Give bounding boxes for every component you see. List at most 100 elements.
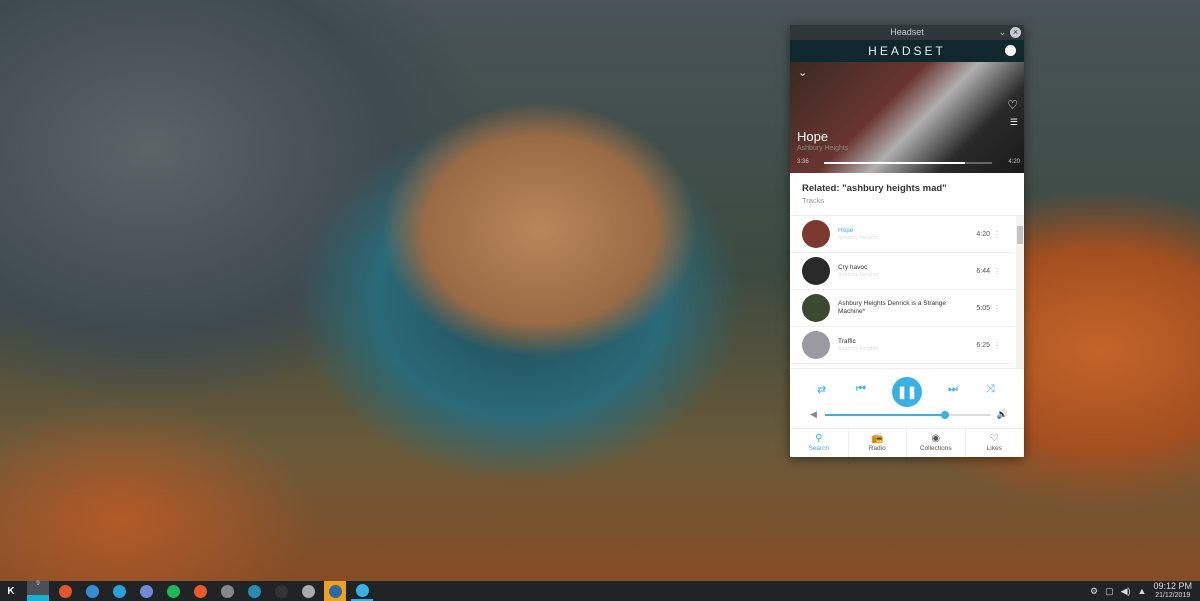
track-thumbnail (802, 294, 830, 322)
seek-fill (824, 162, 966, 164)
track-duration: 4:20 (976, 230, 990, 238)
radio-icon: 📻 (871, 433, 884, 444)
shuffle-icon[interactable]: ⤨ (986, 383, 995, 396)
steam-tray-icon[interactable]: ⚙ (1090, 586, 1098, 597)
related-heading: Related: "ashbury heights mad" (802, 183, 947, 194)
previous-icon[interactable]: ⏮ (856, 383, 866, 396)
taskbar-kdenlive[interactable] (243, 581, 265, 601)
pause-button[interactable]: ❚❚ (892, 377, 922, 407)
app-header: HEADSET (790, 40, 1024, 62)
like-heart-icon[interactable]: ♡ (1007, 98, 1018, 112)
taskbar-archive[interactable] (216, 581, 238, 601)
taskbar-spotify[interactable] (162, 581, 184, 601)
track-title: Ashbury Heights Denrick is a Strange Mac… (838, 300, 947, 315)
volume-icon[interactable]: ◀) (1121, 586, 1131, 597)
tab-label: Likes (986, 445, 1002, 452)
track-artist: Ashbury Heights (838, 346, 879, 352)
collapse-chevron-icon[interactable]: ⌄ (798, 66, 807, 79)
total-time: 4:20 (1008, 159, 1020, 165)
search-icon: ⚲ (815, 433, 823, 444)
now-playing-title: Hope (797, 129, 829, 144)
taskbar-steam[interactable] (324, 581, 346, 601)
next-icon[interactable]: ⏭ (948, 383, 958, 396)
taskbar-terminal[interactable] (270, 581, 292, 601)
window-titlebar[interactable]: Headset ⌄ × (790, 25, 1024, 40)
heart-icon: ♡ (989, 433, 999, 444)
player-controls: ⇄ ⏮ ❚❚ ⏭ ⤨ ◀ 🔊 (790, 368, 1024, 428)
track-list: Hope Ashbury Heights 4:20 ⋮ Cry havoc As… (790, 215, 1024, 368)
track-row[interactable]: Traffic Ashbury Heights 6:25 ⋮ (790, 327, 1014, 364)
tab-radio[interactable]: 📻 Radio (849, 429, 907, 457)
related-header: Related: "ashbury heights mad" Tracks (790, 173, 1024, 215)
elapsed-time: 3:36 (797, 159, 809, 165)
taskbar-headset[interactable] (351, 581, 373, 601)
app-launcher-icon[interactable]: K (0, 581, 22, 601)
track-artist: Ashbury Heights (838, 235, 879, 241)
window-title: Headset (890, 27, 924, 37)
more-options-icon[interactable]: ⋮ (990, 304, 1004, 313)
tab-label: Search (808, 445, 830, 452)
system-tray: ⚙ ▢ ◀) ▲ 09:12 PM 21/12/2019 (1090, 581, 1192, 601)
tab-label: Radio (868, 445, 886, 452)
thunderbird-icon (85, 584, 99, 598)
track-artist: Ashbury Heights (838, 272, 879, 278)
taskbar-pocket-casts[interactable] (189, 581, 211, 601)
close-icon[interactable]: × (1010, 27, 1021, 38)
track-title: Traffic (838, 338, 856, 345)
taskbar-telegram[interactable] (108, 581, 130, 601)
spotify-icon (166, 584, 180, 598)
tab-collections[interactable]: ◉ Collections (907, 429, 966, 457)
track-thumbnail (802, 220, 830, 248)
headset-icon (355, 583, 369, 597)
track-row[interactable]: Cry havoc Ashbury Heights 6:44 ⋮ (790, 253, 1014, 290)
discord-icon (139, 584, 153, 598)
taskbar: K 9 ⚙ ▢ ◀) ▲ 09:12 PM 21/12/2019 (0, 581, 1200, 601)
taskbar-brave[interactable] (54, 581, 76, 601)
now-playing-artist: Ashbury Heights (797, 145, 849, 152)
tray-expand-icon[interactable]: ▲ (1138, 586, 1147, 596)
minimize-icon[interactable]: ⌄ (997, 27, 1008, 38)
taskbar-files[interactable] (297, 581, 319, 601)
brand-logo: HEADSET (868, 44, 946, 58)
tab-search[interactable]: ⚲ Search (790, 429, 849, 457)
terminal-icon (274, 584, 288, 598)
volume-knob[interactable] (940, 411, 949, 419)
volume-high-icon: 🔊 (996, 409, 1008, 419)
clock[interactable]: 09:12 PM 21/12/2019 (1153, 582, 1192, 600)
archive-icon (220, 584, 234, 598)
more-options-icon[interactable]: ⋮ (990, 230, 1004, 239)
related-subheading: Tracks (802, 196, 825, 205)
track-row[interactable]: Hope Ashbury Heights 4:20 ⋮ (790, 216, 1014, 253)
clock-time: 09:12 PM (1153, 581, 1192, 591)
scrollbar[interactable] (1016, 216, 1024, 368)
pager-desktop[interactable]: 9 (27, 581, 49, 601)
headset-window: Headset ⌄ × HEADSET ⌄ ♡ ☰ Hope Ashbury H… (790, 25, 1024, 457)
track-title: Hope (838, 227, 854, 234)
taskbar-discord[interactable] (135, 581, 157, 601)
track-thumbnail (802, 331, 830, 359)
repeat-icon[interactable]: ⇄ (817, 383, 826, 396)
taskbar-thunderbird[interactable] (81, 581, 103, 601)
now-playing-art: ⌄ ♡ ☰ Hope Ashbury Heights 3:36 4:20 (790, 62, 1024, 173)
track-duration: 5:05 (976, 304, 990, 312)
track-duration: 6:25 (976, 341, 990, 349)
tab-likes[interactable]: ♡ Likes (966, 429, 1024, 457)
kdenlive-icon (247, 584, 261, 598)
scrollbar-thumb[interactable] (1017, 226, 1023, 244)
steam-icon (328, 584, 342, 598)
seek-bar[interactable] (824, 162, 992, 164)
more-options-icon[interactable]: ⋮ (990, 267, 1004, 276)
display-icon[interactable]: ▢ (1105, 586, 1114, 597)
disc-icon: ◉ (931, 433, 941, 444)
files-icon (301, 584, 315, 598)
user-icon[interactable] (1005, 45, 1016, 56)
track-title: Cry havoc (838, 264, 868, 271)
pocket-casts-icon (193, 584, 207, 598)
track-thumbnail (802, 257, 830, 285)
queue-icon[interactable]: ☰ (1010, 117, 1018, 128)
track-row[interactable]: Ashbury Heights Denrick is a Strange Mac… (790, 290, 1014, 327)
volume-slider[interactable] (825, 411, 991, 419)
track-duration: 6:44 (976, 267, 990, 275)
volume-low-icon: ◀ (810, 409, 817, 419)
more-options-icon[interactable]: ⋮ (990, 341, 1004, 350)
